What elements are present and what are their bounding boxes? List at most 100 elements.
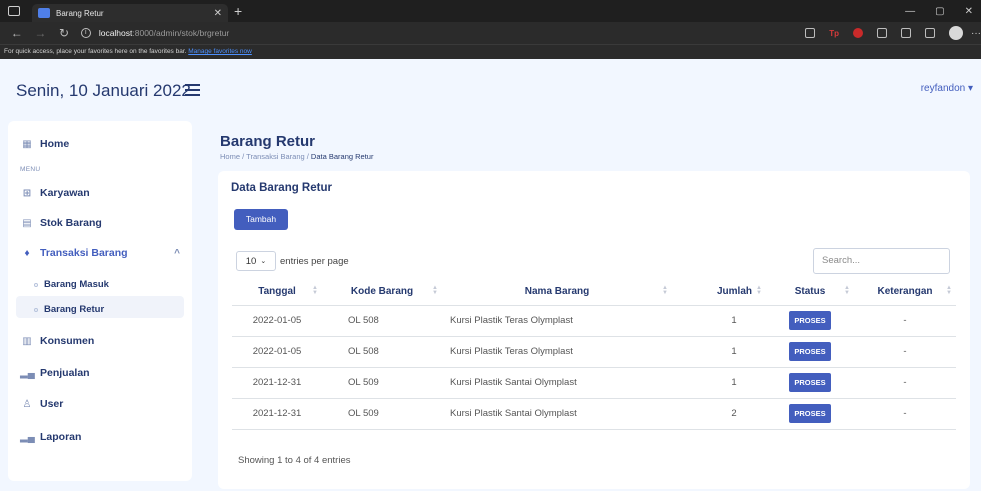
sidebar-subitem-barang-masuk[interactable]: Barang Masuk — [34, 279, 109, 290]
bullet-icon — [34, 282, 38, 287]
table-row: 2022-01-05 OL 508 Kursi Plastik Teras Ol… — [232, 305, 956, 337]
close-window-icon[interactable]: ✕ — [965, 6, 973, 17]
favorites-bar: For quick access, place your favorites h… — [0, 44, 981, 59]
favbar-text: For quick access, place your favorites h… — [4, 48, 187, 55]
sidebar-item-label: Home — [40, 138, 70, 150]
refresh-icon[interactable]: ↻ — [57, 26, 71, 40]
cell-keterangan: - — [854, 398, 956, 430]
minimize-icon[interactable]: — — [905, 6, 915, 17]
status-badge: PROSES — [789, 311, 831, 330]
table-header-row: Tanggal ▲ ▼ Kode Barang ▲ ▼ Nama Barang ▲ ▼ Ju… — [232, 279, 956, 306]
tab-actions-icon[interactable] — [8, 6, 20, 16]
sidebar-item-transaksi-barang[interactable]: ♦ Transaksi Barang ^ — [20, 247, 180, 259]
cell-status: PROSES — [766, 305, 854, 337]
sidebar-item-label: Karyawan — [40, 187, 90, 199]
window-controls: — ▢ ✕ — [905, 6, 981, 17]
column-header-nama-barang[interactable]: Nama Barang ▲ ▼ — [442, 279, 672, 306]
sort-icon: ▲ ▼ — [432, 285, 438, 296]
tab-title: Barang Retur — [56, 8, 104, 18]
new-tab-icon[interactable]: + — [234, 3, 242, 19]
column-header-tanggal[interactable]: Tanggal ▲ ▼ — [232, 279, 322, 306]
breadcrumb-current: Data Barang Retur — [310, 152, 374, 161]
bar-chart-icon: ▂▄ — [20, 431, 35, 443]
add-button[interactable]: Tambah — [234, 209, 288, 230]
grid-icon: ▥ — [22, 335, 32, 347]
sidebar-item-konsumen[interactable]: ▥ Konsumen — [20, 335, 94, 347]
sidebar-item-label: Penjualan — [40, 367, 90, 379]
sidebar-subitem-barang-retur[interactable]: Barang Retur — [34, 304, 104, 315]
sort-icon: ▲ ▼ — [844, 285, 850, 296]
column-header-jumlah[interactable]: Jumlah ▲ ▼ — [672, 279, 766, 306]
keyboard-icon: ▤ — [22, 217, 32, 229]
sidebar: ▦ Home MENU ⊞ Karyawan ▤ Stok Barang ♦ T… — [8, 121, 192, 481]
entries-control: 10 ⌄ entries per page — [236, 251, 349, 271]
gem-icon: ♦ — [24, 247, 30, 259]
entries-label: entries per page — [280, 255, 349, 267]
entries-per-page-select[interactable]: 10 ⌄ — [236, 251, 276, 271]
column-header-kode-barang[interactable]: Kode Barang ▲ ▼ — [322, 279, 442, 306]
url-path: :8000/admin/stok/brgretur — [132, 28, 230, 38]
search-input[interactable]: Search... — [813, 248, 950, 274]
url-field[interactable]: i localhost :8000/admin/stok/brgretur — [80, 25, 795, 41]
chevron-up-icon[interactable]: ^ — [174, 248, 180, 259]
sidebar-item-penjualan[interactable]: ▂▄ Penjualan — [20, 367, 90, 379]
cell-kode: OL 508 — [322, 305, 442, 337]
app-header: Senin, 10 Januari 2022 reyfandon ▾ — [0, 59, 981, 121]
status-badge: PROSES — [789, 373, 831, 392]
cell-nama: Kursi Plastik Santai Olymplast — [442, 367, 672, 399]
record-extension-icon[interactable] — [853, 28, 863, 38]
hamburger-menu-icon[interactable] — [185, 84, 200, 96]
sidebar-item-user[interactable]: ♙ User — [20, 398, 64, 410]
column-header-keterangan[interactable]: Keterangan ▲ ▼ — [854, 279, 956, 306]
chevron-down-icon: ⌄ — [260, 258, 267, 265]
breadcrumb-home[interactable]: Home — [220, 152, 240, 161]
breadcrumb-transaksi[interactable]: Transaksi Barang — [246, 152, 305, 161]
forward-icon[interactable]: → — [34, 26, 48, 40]
cell-status: PROSES — [766, 336, 854, 368]
sidebar-item-home[interactable]: ▦ Home — [20, 138, 69, 150]
manage-favorites-link[interactable]: Manage favorites now — [188, 48, 252, 55]
cell-nama: Kursi Plastik Santai Olymplast — [442, 398, 672, 430]
data-card: Data Barang Retur Tambah 10 ⌄ entries pe… — [218, 171, 970, 489]
refresh-extension-icon[interactable] — [877, 28, 887, 38]
sidebar-item-label: User — [40, 398, 64, 410]
favorites-icon[interactable] — [901, 28, 911, 38]
browser-tab[interactable]: Barang Retur ✕ — [32, 4, 228, 22]
close-tab-icon[interactable]: ✕ — [214, 8, 222, 19]
sidebar-item-label: Laporan — [40, 431, 82, 443]
sidebar-item-stok-barang[interactable]: ▤ Stok Barang — [20, 217, 102, 229]
tp-extension-icon[interactable]: Tp — [829, 29, 839, 38]
cell-tanggal: 2021-12-31 — [232, 398, 322, 430]
read-aloud-icon[interactable] — [805, 28, 816, 38]
cell-jumlah: 2 — [672, 398, 766, 430]
sidebar-item-label: Stok Barang — [40, 217, 102, 229]
favicon-icon — [38, 8, 50, 18]
cell-tanggal: 2021-12-31 — [232, 367, 322, 399]
sidebar-item-label: Konsumen — [40, 335, 95, 347]
status-badge: PROSES — [789, 404, 831, 423]
page-title: Barang Retur — [220, 133, 316, 150]
back-icon[interactable]: ← — [10, 26, 24, 40]
sidebar-subitem-label: Barang Retur — [44, 304, 105, 315]
profile-avatar[interactable] — [949, 26, 963, 40]
cell-jumlah: 1 — [672, 336, 766, 368]
address-bar: ← → ↻ i localhost :8000/admin/stok/brgre… — [0, 22, 981, 44]
column-header-status[interactable]: Status ▲ ▼ — [766, 279, 854, 306]
status-badge: PROSES — [789, 342, 831, 361]
user-menu[interactable]: reyfandon ▾ — [921, 83, 973, 94]
person-icon: ♙ — [22, 398, 32, 410]
collections-icon[interactable] — [925, 28, 935, 38]
cell-jumlah: 1 — [672, 305, 766, 337]
sidebar-subitem-label: Barang Masuk — [44, 279, 109, 290]
cell-status: PROSES — [766, 367, 854, 399]
cell-keterangan: - — [854, 305, 956, 337]
cell-nama: Kursi Plastik Teras Olymplast — [442, 336, 672, 368]
table-row: 2021-12-31 OL 509 Kursi Plastik Santai O… — [232, 398, 956, 430]
table-row: 2022-01-05 OL 508 Kursi Plastik Teras Ol… — [232, 336, 956, 368]
sidebar-item-karyawan[interactable]: ⊞ Karyawan — [20, 187, 90, 199]
restore-icon[interactable]: ▢ — [935, 6, 944, 17]
sidebar-item-laporan[interactable]: ▂▄ Laporan — [20, 431, 81, 443]
cell-nama: Kursi Plastik Teras Olymplast — [442, 305, 672, 337]
more-menu-icon[interactable]: ··· — [971, 28, 981, 39]
site-info-icon[interactable]: i — [80, 28, 91, 38]
